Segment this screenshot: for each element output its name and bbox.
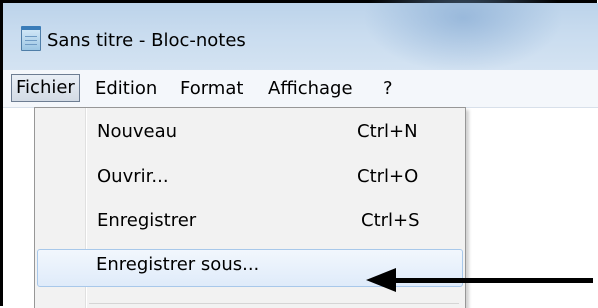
notepad-icon-line — [25, 44, 37, 45]
annotation-arrow-shaft — [393, 278, 593, 283]
title-bar-glow — [363, 0, 563, 73]
notepad-icon-line — [25, 40, 37, 41]
notepad-icon[interactable] — [21, 26, 41, 51]
notepad-icon-line — [25, 36, 37, 37]
menu-affichage[interactable]: Affichage — [265, 76, 356, 102]
menu-item-label: Enregistrer sous... — [96, 254, 260, 275]
menu-separator — [89, 303, 459, 304]
menu-bar: Fichier Edition Format Affichage ? — [3, 70, 598, 108]
menu-help[interactable]: ? — [380, 76, 396, 102]
menu-item-label: Ouvrir... — [97, 166, 169, 187]
menu-item-ouvrir[interactable]: Ouvrir... Ctrl+O — [37, 161, 461, 197]
menu-format[interactable]: Format — [177, 76, 246, 102]
menu-edition[interactable]: Edition — [92, 76, 160, 102]
menu-fichier[interactable]: Fichier — [11, 74, 80, 102]
menu-item-label: Nouveau — [97, 121, 178, 142]
menu-item-enregistrer[interactable]: Enregistrer Ctrl+S — [37, 205, 461, 241]
menu-item-shortcut: Ctrl+O — [357, 166, 419, 187]
menu-item-shortcut: Ctrl+N — [357, 121, 418, 142]
window-title: Sans titre - Bloc-notes — [47, 30, 246, 51]
arrow-left-icon — [366, 268, 396, 292]
notepad-icon-binding — [21, 26, 41, 30]
menu-item-label: Enregistrer — [97, 210, 197, 231]
menu-item-shortcut: Ctrl+S — [361, 210, 420, 231]
menu-item-nouveau[interactable]: Nouveau Ctrl+N — [37, 116, 461, 152]
